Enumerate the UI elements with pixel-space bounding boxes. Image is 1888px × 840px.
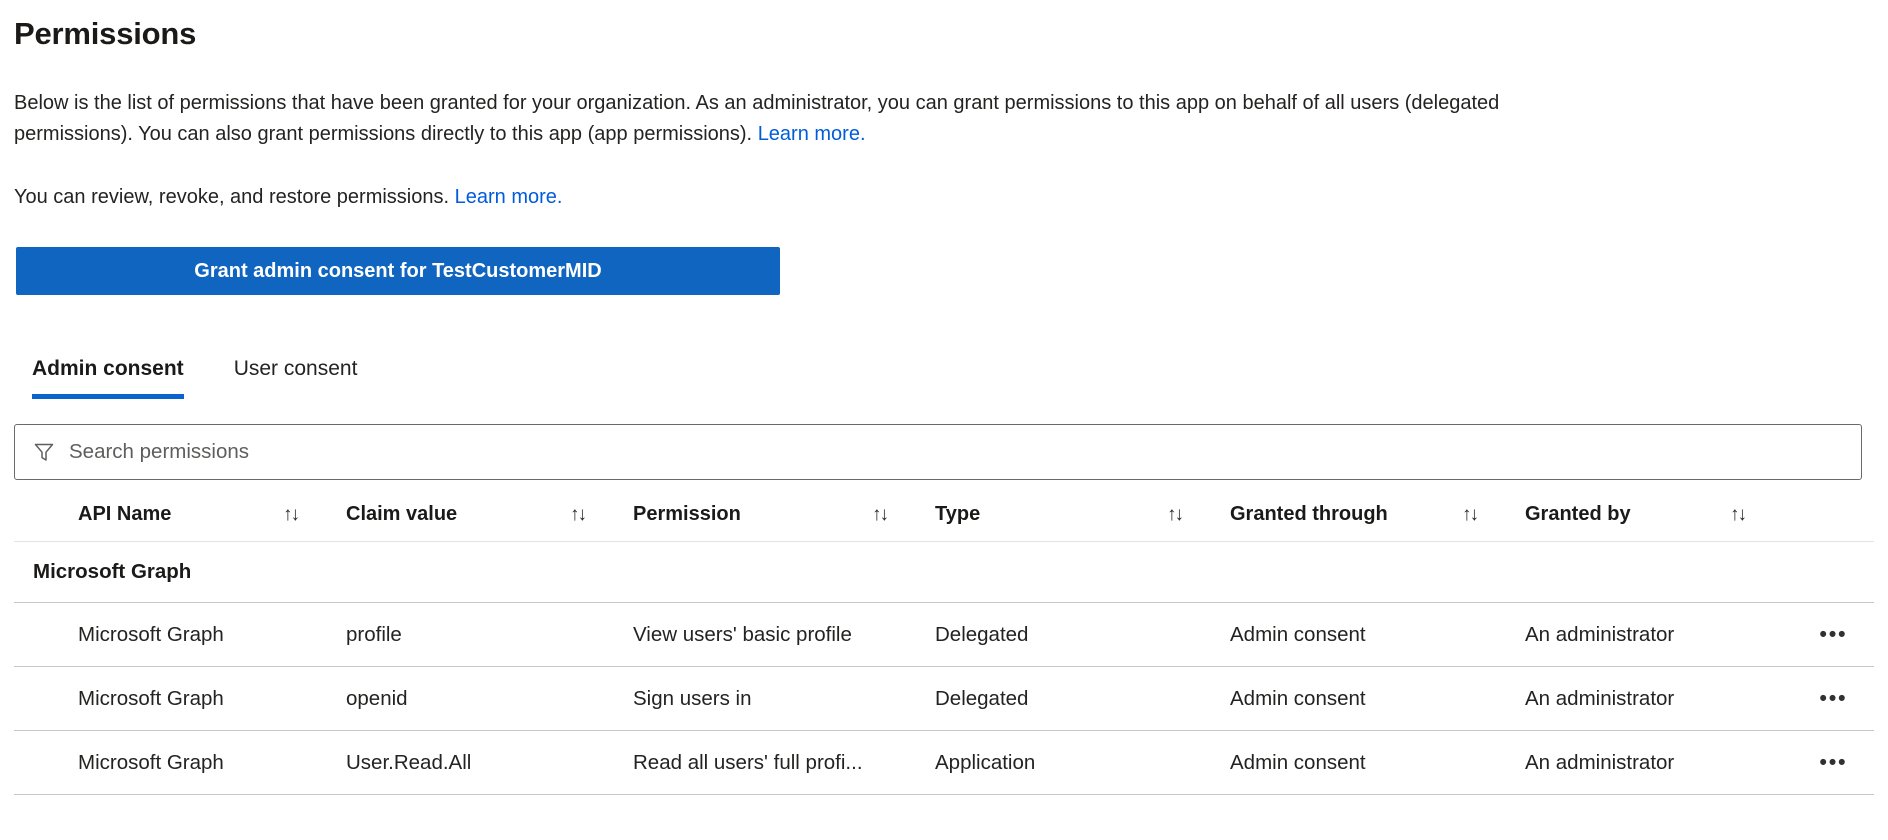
- cell-permission: View users' basic profile: [633, 622, 852, 646]
- cell-granted-by: An administrator: [1525, 750, 1675, 774]
- cell-claim-value: User.Read.All: [346, 750, 472, 774]
- sort-icon[interactable]: ↑↓: [1167, 504, 1184, 526]
- cell-type: Application: [935, 750, 1036, 774]
- review-paragraph: You can review, revoke, and restore perm…: [14, 182, 1874, 213]
- row-context-menu-button[interactable]: •••: [1811, 746, 1855, 779]
- sort-icon[interactable]: ↑↓: [283, 504, 300, 526]
- cell-granted-through: Admin consent: [1230, 686, 1366, 710]
- table-group-header: Microsoft Graph: [14, 542, 1874, 603]
- table-row[interactable]: Microsoft Graph openid Sign users in Del…: [14, 667, 1874, 731]
- search-box[interactable]: [14, 424, 1862, 480]
- search-input[interactable]: [69, 440, 1849, 464]
- cell-api-name: Microsoft Graph: [78, 750, 224, 774]
- sort-icon[interactable]: ↑↓: [1730, 504, 1747, 526]
- column-header-api-name[interactable]: API Name ↑↓: [14, 503, 346, 526]
- review-text: You can review, revoke, and restore perm…: [14, 186, 450, 208]
- tab-admin-consent[interactable]: Admin consent: [32, 357, 184, 399]
- cell-granted-through: Admin consent: [1230, 622, 1366, 646]
- cell-permission: Sign users in: [633, 686, 752, 710]
- page-title: Permissions: [14, 16, 197, 51]
- cell-type: Delegated: [935, 686, 1029, 710]
- cell-granted-by: An administrator: [1525, 622, 1675, 646]
- column-header-granted-by[interactable]: Granted by ↑↓: [1525, 503, 1793, 526]
- sort-icon[interactable]: ↑↓: [872, 504, 889, 526]
- row-context-menu-button[interactable]: •••: [1811, 682, 1855, 715]
- table-row[interactable]: Microsoft Graph User.Read.All Read all u…: [14, 731, 1874, 795]
- column-header-claim-value[interactable]: Claim value ↑↓: [346, 503, 633, 526]
- cell-api-name: Microsoft Graph: [78, 686, 224, 710]
- table-row[interactable]: Microsoft Graph profile View users' basi…: [14, 603, 1874, 667]
- table-header-row: API Name ↑↓ Claim value ↑↓ Permission ↑↓ Ty…: [14, 488, 1874, 542]
- cell-granted-by: An administrator: [1525, 686, 1675, 710]
- column-header-type[interactable]: Type ↑↓: [935, 503, 1230, 526]
- cell-api-name: Microsoft Graph: [78, 622, 224, 646]
- permissions-page: Permissions Below is the list of permiss…: [0, 16, 1888, 795]
- cell-type: Delegated: [935, 622, 1029, 646]
- sort-icon[interactable]: ↑↓: [570, 504, 587, 526]
- cell-claim-value: profile: [346, 622, 402, 646]
- consent-tabs: Admin consent User consent: [32, 357, 1874, 399]
- column-header-granted-through[interactable]: Granted through ↑↓: [1230, 503, 1525, 526]
- column-header-permission[interactable]: Permission ↑↓: [633, 503, 935, 526]
- intro-text: Below is the list of permissions that ha…: [14, 92, 1500, 145]
- cell-claim-value: openid: [346, 686, 408, 710]
- row-context-menu-button[interactable]: •••: [1811, 618, 1855, 651]
- sort-icon[interactable]: ↑↓: [1462, 504, 1479, 526]
- tab-user-consent[interactable]: User consent: [234, 357, 358, 399]
- learn-more-link-review[interactable]: Learn more.: [455, 186, 563, 208]
- intro-paragraph: Below is the list of permissions that ha…: [14, 88, 1559, 150]
- grant-admin-consent-button[interactable]: Grant admin consent for TestCustomerMID: [16, 247, 780, 295]
- filter-funnel-icon: [34, 443, 54, 461]
- learn-more-link-intro[interactable]: Learn more.: [758, 123, 866, 145]
- cell-granted-through: Admin consent: [1230, 750, 1366, 774]
- permissions-table: API Name ↑↓ Claim value ↑↓ Permission ↑↓ Ty…: [14, 488, 1874, 795]
- cell-permission: Read all users' full profi...: [633, 750, 863, 774]
